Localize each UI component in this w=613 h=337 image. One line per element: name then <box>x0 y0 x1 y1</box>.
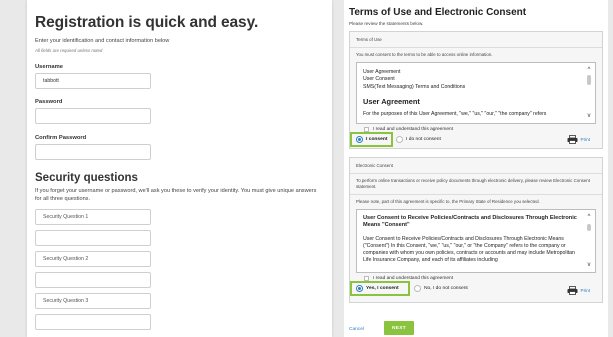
security-answer-1-input[interactable] <box>35 230 151 247</box>
security-description: If you forget your username or password,… <box>35 188 317 202</box>
terms-paragraph: For the purposes of this User Agreement,… <box>363 110 547 117</box>
econsent-scroll-area[interactable]: User Consent to Receive Policies/Contrac… <box>356 208 596 273</box>
security-answer-2-input[interactable] <box>35 272 151 289</box>
username-input[interactable]: tabbott <box>35 73 151 89</box>
econsent-consent-label: Yes, I consent <box>366 285 399 291</box>
terms-consent-radio[interactable]: I consent <box>356 135 388 143</box>
terms-list-item[interactable]: SMS(Text Messaging) Terms and Conditions <box>363 84 579 91</box>
username-label: Username <box>35 64 64 70</box>
terms-list-item[interactable]: User Consent <box>363 76 579 83</box>
electronic-consent-box: Electronic Consent To perform online tra… <box>349 157 603 303</box>
terms-consent-radios: I consent I do not consent Print <box>350 131 596 147</box>
confirm-password-input[interactable] <box>35 144 151 160</box>
password-label: Password <box>35 99 63 105</box>
econsent-consent-radio[interactable]: Yes, I consent <box>356 284 399 292</box>
radio-selected-icon[interactable] <box>356 284 363 292</box>
security-question-2-select[interactable]: Security Question 2 <box>35 251 151 268</box>
terms-consent-label: I consent <box>366 136 388 142</box>
terms-instruction: You must consent to the terms to be able… <box>356 52 493 57</box>
terms-decline-radio[interactable]: I do not consent <box>396 135 441 143</box>
econsent-radios: Yes, I consent No, I do not consent Prin… <box>350 280 596 296</box>
confirm-password-label: Confirm Password <box>35 135 87 141</box>
econsent-print-label: Print <box>580 287 590 293</box>
terms-print-label: Print <box>580 136 590 142</box>
terms-of-use-box: Terms of Use You must consent to the ter… <box>349 31 603 149</box>
radio-unselected-icon[interactable] <box>414 284 421 292</box>
econsent-scrollbar[interactable]: ^ v <box>585 214 593 268</box>
econsent-decline-label: No, I do not consent <box>424 285 468 291</box>
next-button[interactable]: NEXT <box>384 321 414 335</box>
scroll-up-icon[interactable]: ^ <box>585 214 593 220</box>
consent-title: Terms of Use and Electronic Consent <box>349 7 527 18</box>
registration-title: Registration is quick and easy. <box>35 14 259 31</box>
radio-unselected-icon[interactable] <box>396 135 403 143</box>
scroll-down-icon[interactable]: v <box>585 262 593 268</box>
econsent-instruction: To perform online transactions or receiv… <box>356 178 590 189</box>
security-title: Security questions <box>35 172 138 184</box>
security-question-3-select[interactable]: Security Question 3 <box>35 293 151 310</box>
terms-heading: User Agreement <box>363 96 420 106</box>
scroll-down-icon[interactable]: v <box>585 113 593 119</box>
econsent-print-button[interactable]: Print <box>567 285 590 295</box>
printer-icon <box>567 135 578 144</box>
password-input[interactable] <box>35 108 151 124</box>
econsent-heading: User Consent to Receive Policies/Contrac… <box>363 214 577 229</box>
printer-icon <box>567 285 578 295</box>
terms-decline-label: I do not consent <box>406 136 441 142</box>
terms-list-item[interactable]: User Agreement <box>363 69 579 76</box>
radio-selected-icon[interactable] <box>356 135 363 143</box>
cancel-link[interactable]: Cancel <box>349 327 364 332</box>
terms-read-checkbox-row[interactable]: I read and understand this agreement <box>364 126 596 132</box>
terms-scroll-area[interactable]: User Agreement User Consent SMS(Text Mes… <box>356 61 596 124</box>
econsent-note: Please note, part of this agreement is s… <box>356 198 540 204</box>
terms-section-title: Terms of Use <box>356 37 382 42</box>
econsent-paragraph: User Consent to Receive Policies/Contrac… <box>363 235 575 263</box>
security-answer-3-input[interactable] <box>35 314 151 331</box>
econsent-section-title: Electronic Consent <box>356 163 393 168</box>
terms-scrollbar[interactable]: ^ v <box>585 67 593 119</box>
registration-intro: Enter your identification and contact in… <box>35 38 170 44</box>
registration-panel: Registration is quick and easy. Enter yo… <box>27 0 332 337</box>
scroll-up-icon[interactable]: ^ <box>585 67 593 73</box>
econsent-decline-radio[interactable]: No, I do not consent <box>414 284 468 292</box>
terms-print-button[interactable]: Print <box>567 135 590 144</box>
required-note: All fields are required unless noted <box>35 48 103 53</box>
security-question-1-select[interactable]: Security Question 1 <box>35 209 151 226</box>
consent-panel: Terms of Use and Electronic Consent Plea… <box>344 0 608 337</box>
consent-review-text: Please review the statements below. <box>349 21 424 26</box>
